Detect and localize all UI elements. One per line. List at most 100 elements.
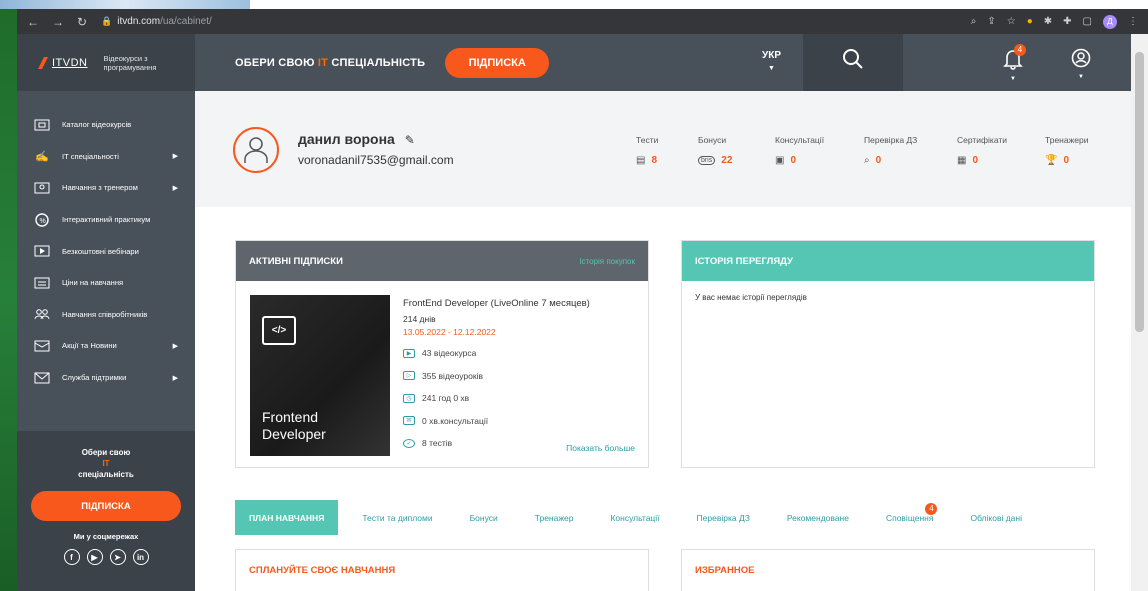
catalog-icon xyxy=(34,119,50,131)
stat-value: 22 xyxy=(721,155,733,166)
edit-pencil-icon[interactable]: ✎ xyxy=(405,133,415,147)
extension-2-icon[interactable]: ✱ xyxy=(1044,16,1052,27)
browser-extensions: ⌕ ⇪ ☆ ● ✱ ✚ ▢ Д ⋮ xyxy=(971,14,1138,29)
sidebar-item-trainer[interactable]: Навчання з тренером ▶ xyxy=(17,172,195,204)
sidebar-item-practice[interactable]: % Інтерактивний практикум xyxy=(17,204,195,236)
page-scrollbar[interactable] xyxy=(1131,34,1148,591)
consultation-icon: ▣ xyxy=(775,155,785,166)
active-subscriptions-card: АКТИВНІ ПІДПИСКИ Історія покупок </> Fro… xyxy=(235,240,649,468)
tab-account[interactable]: Облікові дані xyxy=(970,513,1022,523)
tab-simulator[interactable]: Тренажер xyxy=(535,513,574,523)
sidepanel-icon[interactable]: ▢ xyxy=(1083,16,1092,27)
feature-tests: ✓ 8 тестів xyxy=(403,432,590,455)
stat-certificates[interactable]: Сертифікати ▦ 0 xyxy=(957,135,1007,166)
sidebar-item-specialties[interactable]: ✍ IT спеціальності ▶ xyxy=(17,141,195,173)
linkedin-icon[interactable]: in xyxy=(132,549,149,565)
language-selector[interactable]: УКР ▼ xyxy=(762,50,781,75)
tab-homework[interactable]: Перевірка ДЗ xyxy=(697,513,750,523)
sidebar-item-label: Акції та Новини xyxy=(62,341,117,351)
feature-label: 43 відеокурса xyxy=(422,348,477,359)
header-slogan[interactable]: ОБЕРИ СВОЮ IT СПЕЦІАЛЬНІСТЬ xyxy=(235,57,425,69)
tab-recommended[interactable]: Рекомендоване xyxy=(787,513,849,523)
history-empty-text: У вас немає історії переглядів xyxy=(695,293,807,302)
logo[interactable]: ITVDN Відеокурси з програмування xyxy=(17,34,195,91)
header-user-icons: 4 ▼ ▼ xyxy=(1003,44,1091,84)
sidebar-item-prices[interactable]: Ціни на навчання xyxy=(17,267,195,299)
sidebar-item-news[interactable]: Акції та Новини ▶ xyxy=(17,330,195,362)
logo-subtitle: Відеокурси з програмування xyxy=(104,54,157,72)
back-icon[interactable]: ← xyxy=(27,15,39,29)
subscription-info: FrontEnd Developer (LiveOnline 7 месяцев… xyxy=(403,298,590,455)
sidebar-item-webinars[interactable]: Безкоштовні вебінари xyxy=(17,235,195,267)
stat-consultations[interactable]: Консультації ▣ 0 xyxy=(775,135,824,166)
sidebar-item-support[interactable]: Служба підтримки ▶ xyxy=(17,362,195,394)
telegram-icon[interactable]: ➤ xyxy=(109,549,126,565)
profile-avatar[interactable]: Д xyxy=(1103,14,1117,29)
sidebar-subscribe-button[interactable]: ПІДПИСКА xyxy=(31,491,181,521)
stat-bonuses[interactable]: Бонуси bns 22 xyxy=(698,135,732,166)
social-links: f ▶ ➤ in xyxy=(17,549,195,565)
tab-study-plan[interactable]: ПЛАН НАВЧАННЯ xyxy=(235,500,339,535)
tab-consultations[interactable]: Консультації xyxy=(610,513,659,523)
trainer-icon xyxy=(34,182,50,194)
feature-consultations: ✉ 0 хв.консультації xyxy=(403,410,590,433)
bonus-icon: bns xyxy=(698,156,716,165)
youtube-icon[interactable]: ▶ xyxy=(86,549,103,565)
tab-notifications[interactable]: Сповіщення 4 xyxy=(885,502,938,523)
address-bar[interactable]: 🔒 itvdn.com /ua/cabinet/ xyxy=(101,16,212,27)
sidebar-item-label: Інтерактивний практикум xyxy=(62,215,151,225)
logo-icon xyxy=(38,56,48,69)
course-thumbnail[interactable]: </> Frontend Developer xyxy=(250,295,390,456)
feature-label: 355 відеоуроків xyxy=(422,370,483,381)
feature-videocourses: ▶ 43 відеокурса xyxy=(403,342,590,365)
tests-icon: ▤ xyxy=(636,155,646,166)
stat-homework[interactable]: Перевірка ДЗ ⌕ 0 xyxy=(864,135,917,166)
chat-icon: ✉ xyxy=(403,416,415,426)
user-menu-button[interactable]: ▼ xyxy=(1071,48,1091,84)
clock-icon: ◷ xyxy=(403,393,415,403)
reload-icon[interactable]: ↻ xyxy=(77,15,87,29)
user-icon xyxy=(1071,48,1091,68)
stat-label: Бонуси xyxy=(698,135,727,145)
tab-tests-diplomas[interactable]: Тести та дипломи xyxy=(362,513,432,523)
sidebar-item-label: Каталог відеокурсів xyxy=(62,120,132,130)
header-subscribe-button[interactable]: ПІДПИСКА xyxy=(445,47,550,78)
search-button[interactable] xyxy=(803,34,903,91)
notifications-button[interactable]: 4 ▼ xyxy=(1003,44,1026,84)
forward-icon[interactable]: → xyxy=(52,15,64,29)
puzzle-icon[interactable]: ✚ xyxy=(1063,16,1071,27)
user-name: данил ворона ✎ xyxy=(298,131,415,147)
url-path: /ua/cabinet/ xyxy=(160,16,212,27)
facebook-icon[interactable]: f xyxy=(63,549,80,565)
cabinet-tabs: ПЛАН НАВЧАННЯ Тести та дипломи Бонуси Тр… xyxy=(235,500,1095,535)
card-title: АКТИВНІ ПІДПИСКИ xyxy=(249,255,343,267)
sidebar-item-label: Навчання з тренером xyxy=(62,183,138,193)
lock-icon[interactable]: 🔒 xyxy=(101,16,112,27)
show-more-link[interactable]: Показать больше xyxy=(566,443,635,453)
card-title: СПЛАНУЙТЕ СВОЄ НАВЧАННЯ xyxy=(249,564,396,576)
thumbnail-title-line1: Frontend xyxy=(262,409,319,425)
slogan-pre: ОБЕРИ СВОЮ xyxy=(235,56,318,69)
tab-label: Сповіщення xyxy=(885,512,934,523)
share-icon[interactable]: ⇪ xyxy=(987,16,995,27)
employees-icon xyxy=(34,308,50,320)
bookmark-star-icon[interactable]: ☆ xyxy=(1007,16,1016,27)
chevron-down-icon: ▼ xyxy=(1010,76,1016,82)
extension-icon[interactable]: ● xyxy=(1027,16,1033,27)
menu-dots-icon[interactable]: ⋮ xyxy=(1128,16,1138,27)
stat-tests[interactable]: Тести ▤ 8 xyxy=(636,135,658,166)
stat-value: 0 xyxy=(1063,155,1070,166)
url-domain: itvdn.com xyxy=(117,16,161,27)
feature-videolessons: ▷ 355 відеоуроків xyxy=(403,365,590,388)
zoom-icon[interactable]: ⌕ xyxy=(971,16,977,27)
sidebar-item-catalog[interactable]: Каталог відеокурсів xyxy=(17,109,195,141)
sidebar-item-employees[interactable]: Навчання співробітників xyxy=(17,299,195,331)
thumbnail-title: Frontend Developer xyxy=(262,409,326,443)
avatar xyxy=(233,127,279,173)
purchase-history-link[interactable]: Історія покупок xyxy=(579,257,635,266)
tab-bonuses[interactable]: Бонуси xyxy=(470,513,498,523)
scrollbar-thumb[interactable] xyxy=(1135,52,1144,332)
promo-line3: спеціальність xyxy=(78,470,134,479)
course-name[interactable]: FrontEnd Developer (LiveOnline 7 месяцев… xyxy=(403,298,590,309)
stat-simulators[interactable]: Тренажери 🏆 0 xyxy=(1045,135,1088,166)
